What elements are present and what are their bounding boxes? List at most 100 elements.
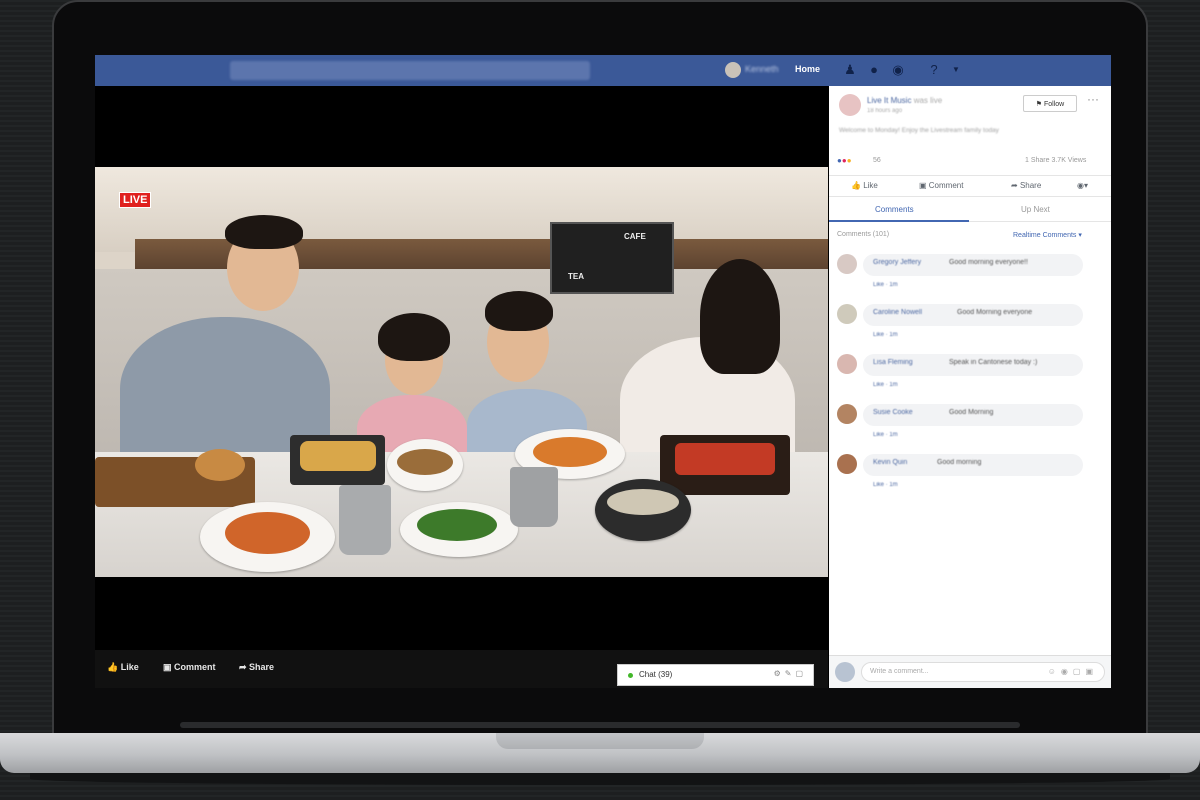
- fries: [300, 441, 376, 471]
- friends-icon[interactable]: ♟: [841, 61, 859, 79]
- commenter-name[interactable]: Susie Cooke: [873, 409, 913, 416]
- follow-label: Follow: [1044, 101, 1065, 108]
- cafe-sign-text: CAFE: [624, 232, 646, 241]
- panel-tabs: Comments Up Next: [829, 199, 1111, 222]
- comment-item: Lisa Fleming Speak in Cantonese today :)…: [829, 354, 1111, 400]
- comments-count: Comments (101): [837, 231, 890, 238]
- commenter-avatar[interactable]: [837, 404, 857, 424]
- page-name[interactable]: Live It Music was live: [867, 96, 942, 105]
- comment-text: Good morning: [937, 459, 982, 466]
- haha-reaction-icon: ●: [846, 156, 852, 165]
- active-tab-indicator: [829, 220, 969, 222]
- laptop-shadow: [30, 773, 1170, 785]
- laptop-notch: [496, 733, 704, 749]
- chat-bar[interactable]: Chat (39) ⚙✎▢: [617, 664, 814, 686]
- soup: [607, 489, 679, 515]
- comment-text: Good Morning everyone: [957, 309, 1033, 316]
- comment-like-link[interactable]: Like · 1m: [873, 332, 898, 338]
- cafe-sign: CAFE TEA: [550, 222, 674, 294]
- comment-input[interactable]: Write a comment... ☺◉▢▣: [861, 662, 1105, 682]
- commenter-name[interactable]: Kevin Quin: [873, 459, 907, 466]
- live-badge: LIVE: [119, 192, 152, 208]
- tab-comments[interactable]: Comments: [875, 205, 914, 214]
- live-suffix: was live: [913, 96, 943, 105]
- comment-like-link[interactable]: Like · 1m: [873, 282, 898, 288]
- commenter-name[interactable]: Caroline Nowell: [873, 309, 922, 316]
- comment-composer: Write a comment... ☺◉▢▣: [829, 655, 1111, 688]
- top-navbar: Kenneth Home ♟ ● ◉ ? ▼: [95, 55, 1111, 86]
- commenter-avatar[interactable]: [837, 304, 857, 324]
- follow-button[interactable]: ⚑ Follow: [1023, 95, 1077, 112]
- user-avatar[interactable]: [725, 62, 741, 78]
- audience-selector-icon[interactable]: ◉▾: [1077, 181, 1088, 190]
- commenter-avatar[interactable]: [837, 454, 857, 474]
- help-icon[interactable]: ?: [925, 61, 943, 79]
- post-meta: 18 hours ago: [867, 108, 903, 114]
- bowl-food: [397, 449, 453, 475]
- comment-input-placeholder: Write a comment...: [870, 668, 929, 675]
- comment-like-link[interactable]: Like · 1m: [873, 382, 898, 388]
- chevron-down-icon[interactable]: ▼: [947, 61, 965, 79]
- comment-text: Good morning everyone!!: [949, 259, 1028, 266]
- video-like-button[interactable]: 👍 Like: [107, 662, 139, 673]
- comment-sort-dropdown[interactable]: Realtime Comments ▾: [1013, 231, 1082, 239]
- boy-hair: [485, 291, 553, 331]
- search-input[interactable]: [230, 61, 590, 80]
- laptop-bezel-bottom: [180, 722, 1020, 728]
- post-like-label: Like: [863, 181, 878, 190]
- shares-views[interactable]: 1 Share 3.7K Views: [1025, 157, 1086, 164]
- comment-item: Caroline Nowell Good Morning everyone Li…: [829, 304, 1111, 350]
- comment-item: Susie Cooke Good Morning Like · 1m: [829, 404, 1111, 450]
- post-comment-button[interactable]: ▣ Comment: [919, 181, 963, 190]
- video-share-label: Share: [249, 662, 275, 672]
- comment-text: Good Morning: [949, 409, 994, 416]
- commenter-avatar[interactable]: [837, 354, 857, 374]
- post-share-button[interactable]: ➦ Share: [1011, 181, 1041, 190]
- girl-hair: [378, 313, 450, 361]
- video-comment-button[interactable]: ▣ Comment: [163, 662, 216, 673]
- pasta: [225, 512, 310, 554]
- steel-cup-left: [339, 485, 391, 555]
- chicken-wings: [533, 437, 607, 467]
- post-like-button[interactable]: 👍 Like: [851, 181, 878, 190]
- comment-text: Speak in Cantonese today :): [949, 359, 1038, 366]
- edamame: [417, 509, 497, 541]
- tea-sign-text: TEA: [568, 272, 584, 281]
- comment-item: Gregory Jeffery Good morning everyone!! …: [829, 254, 1111, 300]
- composer-tools-icons[interactable]: ☺◉▢▣: [1048, 667, 1098, 676]
- tab-up-next[interactable]: Up Next: [1021, 205, 1050, 214]
- commenter-name[interactable]: Lisa Fleming: [873, 359, 913, 366]
- live-video[interactable]: CAFE TEA LIVE: [95, 167, 828, 577]
- mother-hair: [700, 259, 780, 374]
- post-share-label: Share: [1019, 181, 1042, 190]
- bento-food: [675, 443, 775, 475]
- reaction-icons[interactable]: ●●●: [837, 156, 852, 165]
- more-options-icon[interactable]: ···: [1087, 92, 1099, 106]
- video-like-label: Like: [120, 662, 139, 672]
- video-share-button[interactable]: ➦ Share: [239, 662, 274, 673]
- user-name-link[interactable]: Kenneth: [745, 64, 779, 74]
- globe-icon[interactable]: ◉: [889, 61, 907, 79]
- comment-item: Kevin Quin Good morning Like · 1m: [829, 454, 1111, 500]
- video-comment-label: Comment: [174, 662, 216, 672]
- burger: [195, 449, 245, 481]
- post-side-panel: Live It Music was live 18 hours ago ⚑ Fo…: [829, 86, 1111, 688]
- home-link[interactable]: Home: [795, 64, 820, 74]
- messenger-icon[interactable]: ●: [865, 61, 883, 79]
- laptop-screen: Kenneth Home ♟ ● ◉ ? ▼ CAFE TEA LIVE 👍 L…: [95, 55, 1111, 688]
- commenter-avatar[interactable]: [837, 254, 857, 274]
- chat-label: Chat (39): [639, 670, 673, 679]
- father-hair: [225, 215, 303, 249]
- post-status-text: Welcome to Monday! Enjoy the Livestream …: [839, 127, 999, 134]
- comment-like-link[interactable]: Like · 1m: [873, 482, 898, 488]
- page-avatar[interactable]: [839, 94, 861, 116]
- chat-tools-icons[interactable]: ⚙✎▢: [774, 669, 807, 678]
- commenter-name[interactable]: Gregory Jeffery: [873, 259, 921, 266]
- post-comment-label: Comment: [928, 181, 964, 190]
- composer-avatar: [835, 662, 855, 682]
- reaction-count[interactable]: 56: [873, 157, 881, 164]
- online-status-icon: [628, 673, 633, 678]
- page-name-text[interactable]: Live It Music: [867, 96, 911, 105]
- steel-cup-right: [510, 467, 558, 527]
- comment-like-link[interactable]: Like · 1m: [873, 432, 898, 438]
